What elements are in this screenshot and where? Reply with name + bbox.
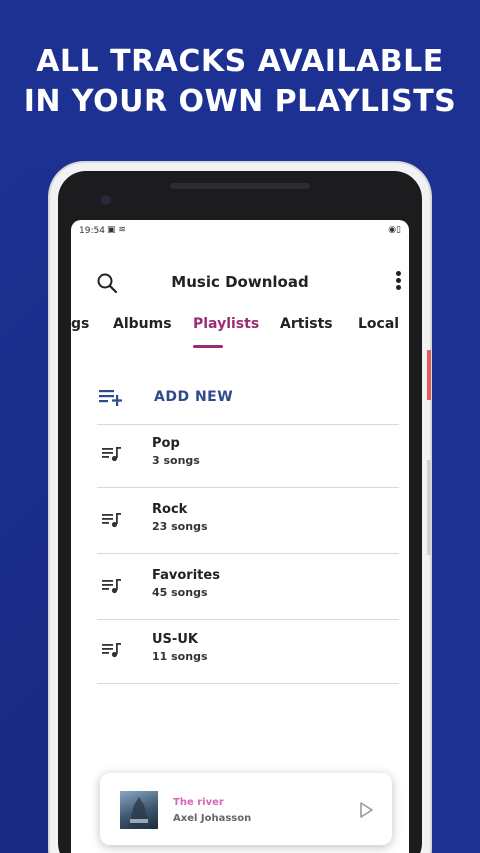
promo-headline: ALL TRACKS AVAILABLE IN YOUR OWN PLAYLIS… xyxy=(0,42,480,122)
playlist-item-rock[interactable]: Rock 23 songs xyxy=(97,492,399,554)
headline-line-2: IN YOUR OWN PLAYLISTS xyxy=(23,84,457,119)
divider xyxy=(97,553,399,554)
playlist-item-us-uk[interactable]: US-UK 11 songs xyxy=(97,622,399,684)
playlist-count: 11 songs xyxy=(152,650,208,663)
app-title: Music Download xyxy=(171,273,309,291)
add-new-label: ADD NEW xyxy=(154,389,234,405)
mini-player[interactable]: The river Axel Johasson xyxy=(100,773,392,845)
playlist-count: 23 songs xyxy=(152,520,208,533)
app-screen: 19:54 ▣ ≋ ◉▯ Music Download gs Albums Pl… xyxy=(71,220,409,853)
tab-songs[interactable]: gs xyxy=(71,316,89,332)
app-bar: Music Download xyxy=(71,265,409,299)
headline-line-1: ALL TRACKS AVAILABLE xyxy=(36,44,444,79)
playlist-name: Rock xyxy=(152,502,188,517)
playlist-item-favorites[interactable]: Favorites 45 songs xyxy=(97,558,399,620)
divider xyxy=(97,487,399,488)
status-notification-icons: ▣ ≋ xyxy=(107,225,126,235)
tab-bar: gs Albums Playlists Artists Local xyxy=(71,316,409,356)
divider xyxy=(97,424,399,425)
status-battery-icon: ◉▯ xyxy=(388,225,401,235)
playlist-count: 45 songs xyxy=(152,586,208,599)
status-bar: 19:54 ▣ ≋ ◉▯ xyxy=(79,225,401,239)
playlist-add-icon xyxy=(97,385,125,409)
status-time: 19:54 xyxy=(79,226,105,236)
playlist-item-pop[interactable]: Pop 3 songs xyxy=(97,426,399,488)
phone-side-button xyxy=(427,350,431,400)
queue-music-icon xyxy=(101,445,123,463)
tab-playlists[interactable]: Playlists xyxy=(193,316,259,332)
playlist-name: US-UK xyxy=(152,632,198,647)
tab-active-indicator xyxy=(193,345,223,348)
tab-albums[interactable]: Albums xyxy=(113,316,172,332)
divider xyxy=(97,683,399,684)
phone-speaker xyxy=(170,183,310,189)
divider xyxy=(97,619,399,620)
playlist-name: Pop xyxy=(152,436,180,451)
tab-local[interactable]: Local xyxy=(358,316,399,332)
phone-camera xyxy=(101,195,111,205)
queue-music-icon xyxy=(101,577,123,595)
album-art xyxy=(120,791,158,829)
playlist-name: Favorites xyxy=(152,568,220,583)
queue-music-icon xyxy=(101,511,123,529)
more-vert-icon[interactable] xyxy=(393,269,403,295)
phone-volume-button xyxy=(427,460,431,555)
play-icon[interactable] xyxy=(358,801,374,819)
tab-artists[interactable]: Artists xyxy=(280,316,333,332)
queue-music-icon xyxy=(101,641,123,659)
add-new-playlist-button[interactable]: ADD NEW xyxy=(97,385,397,411)
track-title: The river xyxy=(173,797,224,808)
track-artist: Axel Johasson xyxy=(173,813,252,824)
playlist-count: 3 songs xyxy=(152,454,200,467)
